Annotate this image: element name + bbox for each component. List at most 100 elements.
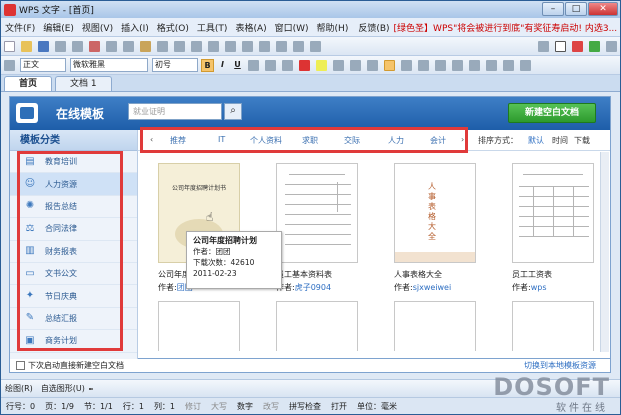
font-color-icon[interactable]: [299, 59, 310, 71]
tab-home[interactable]: 首页: [4, 76, 53, 91]
tab-document-1[interactable]: 文档 1: [55, 76, 112, 91]
align-center-icon[interactable]: [350, 59, 361, 71]
paste-icon[interactable]: [140, 40, 151, 52]
skin-icon[interactable]: [589, 40, 600, 52]
menu-help[interactable]: 帮助(H): [313, 21, 353, 34]
ellipse-icon[interactable]: [90, 387, 93, 390]
menu-file[interactable]: 文件(F): [1, 21, 39, 34]
sidebar-item-festivals[interactable]: ✦ 节日庆典: [10, 285, 137, 308]
filter-jobs[interactable]: 求职: [302, 135, 318, 146]
bold-button[interactable]: B: [201, 58, 214, 72]
sidebar-item-education[interactable]: ▤ 教育培训: [10, 151, 137, 174]
template-thumbnail[interactable]: [512, 301, 594, 351]
filter-left-arrow-icon[interactable]: ‹: [150, 135, 153, 144]
switch-local-templates-link[interactable]: 切换到本地模板资源: [524, 360, 596, 371]
chart-insert-icon[interactable]: [242, 40, 253, 52]
pdf-icon[interactable]: [89, 40, 100, 52]
vertical-scrollbar[interactable]: [600, 152, 609, 352]
template-thumbnail[interactable]: [276, 163, 358, 263]
strikethrough-icon[interactable]: [248, 59, 259, 71]
menu-window[interactable]: 窗口(W): [271, 21, 313, 34]
sort-downloads[interactable]: 下载: [574, 135, 590, 146]
menu-tools[interactable]: 工具(T): [193, 21, 232, 34]
menu-format[interactable]: 格式(O): [153, 21, 193, 34]
close-button[interactable]: ✕: [588, 2, 618, 16]
preview-icon[interactable]: [72, 40, 83, 52]
columns-icon[interactable]: [276, 40, 287, 52]
numbering-icon[interactable]: [435, 59, 446, 71]
maximize-button[interactable]: □: [565, 2, 587, 16]
sidebar-item-contracts[interactable]: ⚖ 合同法律: [10, 218, 137, 241]
template-name[interactable]: 员工基本资料表: [276, 269, 332, 280]
border-icon[interactable]: [503, 59, 514, 71]
highlight-icon[interactable]: [316, 59, 327, 71]
sidebar-item-business[interactable]: ▣ 商务计划: [10, 330, 137, 353]
menu-edit[interactable]: 编辑(E): [39, 21, 78, 34]
color-theme-icon[interactable]: [572, 40, 583, 52]
filter-hr[interactable]: 人力: [388, 135, 404, 146]
draw-menu[interactable]: 绘图(R): [5, 383, 33, 394]
subscript-icon[interactable]: [282, 59, 293, 71]
sidebar-item-hr[interactable]: ☺ 人力资源: [10, 173, 137, 196]
menu-view[interactable]: 视图(V): [78, 21, 117, 34]
cut-icon[interactable]: [106, 40, 117, 52]
sidebar-item-documents[interactable]: ▭ 文书公文: [10, 263, 137, 286]
style-select[interactable]: 正文: [20, 58, 66, 72]
template-thumbnail[interactable]: [276, 301, 358, 351]
align-right-icon[interactable]: [367, 59, 378, 71]
italic-button[interactable]: I: [216, 59, 229, 72]
save-icon[interactable]: [38, 40, 49, 52]
template-thumbnail[interactable]: 人事表格大全: [394, 163, 476, 263]
promo-link[interactable]: [绿色圣】WPS"将会被进行到底"有奖征寿启动! 内选3...: [394, 21, 618, 34]
filter-it[interactable]: IT: [218, 135, 225, 144]
sort-default[interactable]: 默认: [528, 135, 544, 146]
sidebar-item-summary[interactable]: ✎ 总结汇报: [10, 308, 137, 331]
status-revision[interactable]: 修订: [185, 401, 201, 412]
filter-accounting[interactable]: 会计: [430, 135, 446, 146]
template-search-input[interactable]: 就业证明: [128, 103, 222, 120]
filter-personal[interactable]: 个人资料: [250, 135, 282, 146]
indent-icon[interactable]: [486, 59, 497, 71]
new-icon[interactable]: [4, 40, 15, 52]
menu-insert[interactable]: 插入(I): [117, 21, 153, 34]
search-icon[interactable]: ⌕: [224, 103, 242, 120]
redo-icon[interactable]: [191, 40, 202, 52]
page-view-icon[interactable]: [555, 40, 566, 52]
styles-icon[interactable]: [4, 59, 15, 71]
template-card[interactable]: 人事表格大全 人事表格大全 作者:sjxweiwei: [374, 161, 484, 299]
font-size-select[interactable]: 初号: [152, 58, 198, 72]
startup-checkbox[interactable]: [16, 361, 25, 370]
font-select[interactable]: 微软雅黑: [70, 58, 148, 72]
open-icon[interactable]: [21, 40, 32, 52]
bullets-icon[interactable]: [452, 59, 463, 71]
status-unit[interactable]: 单位：毫米: [357, 401, 397, 412]
status-spellcheck[interactable]: 拼写检查: [289, 401, 321, 412]
shading-icon[interactable]: [520, 59, 531, 71]
filter-social[interactable]: 交际: [344, 135, 360, 146]
filter-right-arrow-icon[interactable]: ›: [461, 135, 464, 144]
table-insert-icon[interactable]: [208, 40, 219, 52]
superscript-icon[interactable]: [265, 59, 276, 71]
template-card[interactable]: 员工工资表 作者:wps: [492, 161, 602, 299]
options-icon[interactable]: [606, 40, 617, 52]
filter-recommended[interactable]: 推荐: [170, 135, 186, 146]
template-thumbnail[interactable]: [512, 163, 594, 263]
menu-table[interactable]: 表格(A): [231, 21, 270, 34]
minimize-button[interactable]: –: [542, 2, 564, 16]
outdent-icon[interactable]: [469, 59, 480, 71]
undo-icon[interactable]: [174, 40, 185, 52]
underline-button[interactable]: U: [231, 59, 244, 72]
line-spacing-icon[interactable]: [418, 59, 429, 71]
copy-icon[interactable]: [123, 40, 134, 52]
view-mode-icon[interactable]: [538, 40, 549, 52]
print-icon[interactable]: [55, 40, 66, 52]
autoshapes-menu[interactable]: 自选图形(U): [41, 383, 85, 394]
sort-time[interactable]: 时间: [552, 135, 568, 146]
template-name[interactable]: 员工工资表: [512, 269, 552, 280]
sidebar-item-reports[interactable]: ✺ 报告总结: [10, 196, 137, 219]
feedback-menu[interactable]: 反馈(B): [358, 21, 389, 34]
distribute-icon[interactable]: [401, 59, 412, 71]
format-painter-icon[interactable]: [157, 40, 168, 52]
zoom-icon[interactable]: [293, 40, 304, 52]
help-icon[interactable]: [310, 40, 321, 52]
